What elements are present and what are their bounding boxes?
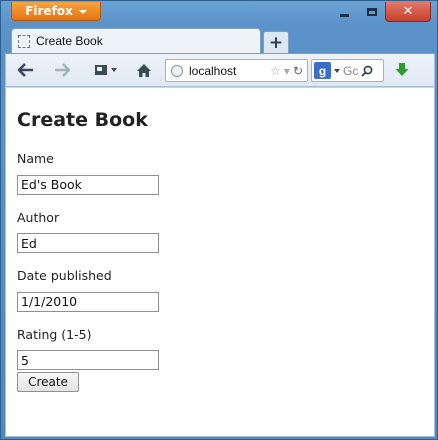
date-published-field[interactable] <box>17 291 159 312</box>
form-field-rating: Rating (1-5) <box>17 326 423 370</box>
name-field[interactable] <box>17 174 159 195</box>
rating-field[interactable] <box>17 350 159 370</box>
chevron-down-icon <box>78 9 87 14</box>
address-bar[interactable]: localhost ☆ ▾ ↻ <box>165 59 308 82</box>
home-icon <box>137 63 151 77</box>
rating-label: Rating (1-5) <box>17 326 92 342</box>
navigation-toolbar: localhost ☆ ▾ ↻ g Gc <box>5 53 435 87</box>
window-controls: ✕ <box>331 2 431 22</box>
form-field-name: Name <box>17 151 423 195</box>
chevron-down-icon <box>334 68 340 73</box>
forward-button[interactable] <box>52 60 72 80</box>
tab-create-book[interactable]: Create Book <box>11 28 261 53</box>
reload-icon[interactable]: ↻ <box>293 64 303 78</box>
screenshot-button[interactable] <box>90 60 120 80</box>
back-button[interactable] <box>16 60 36 80</box>
form-field-date: Date published <box>17 268 423 312</box>
globe-icon <box>171 64 183 77</box>
minimize-button[interactable] <box>331 2 358 22</box>
author-label: Author <box>17 209 60 225</box>
page-favicon-icon <box>18 34 30 48</box>
author-field[interactable] <box>17 233 159 253</box>
firefox-menu-button[interactable]: Firefox <box>11 2 101 21</box>
search-bar[interactable]: g Gc <box>311 59 384 82</box>
name-label: Name <box>17 151 54 166</box>
forward-arrow-icon <box>55 63 70 77</box>
back-arrow-icon <box>18 63 33 77</box>
maximize-button[interactable] <box>358 2 385 22</box>
google-engine-icon[interactable]: g <box>314 62 331 79</box>
form-field-author: Author <box>17 209 423 253</box>
downloads-button[interactable] <box>392 60 412 80</box>
tab-title: Create Book <box>36 34 103 48</box>
search-placeholder: Gc <box>343 63 359 78</box>
chevron-down-icon <box>110 68 117 72</box>
download-arrow-icon <box>395 63 409 76</box>
create-button[interactable]: Create <box>17 372 79 392</box>
minimize-icon <box>340 13 349 17</box>
new-tab-button[interactable]: + <box>263 31 289 53</box>
home-button[interactable] <box>134 60 154 80</box>
bookmark-star-icon[interactable]: ☆ <box>270 64 281 78</box>
screenshot-icon <box>94 65 107 75</box>
browser-window: Firefox ✕ Create Book + localhost ☆ ▾ ↻ … <box>0 0 438 440</box>
maximize-icon <box>366 8 377 16</box>
history-dropdown-icon[interactable]: ▾ <box>284 64 290 78</box>
page-title: Create Book <box>17 109 148 131</box>
url-text: localhost <box>189 63 237 78</box>
date-published-label: Date published <box>17 268 112 283</box>
firefox-menu-label: Firefox <box>25 4 73 18</box>
search-icon[interactable] <box>361 65 373 77</box>
close-icon: ✕ <box>402 4 414 19</box>
plus-icon: + <box>268 32 284 53</box>
page-content: Create Book Name Author Date published R… <box>5 87 435 437</box>
close-window-button[interactable]: ✕ <box>385 2 431 22</box>
